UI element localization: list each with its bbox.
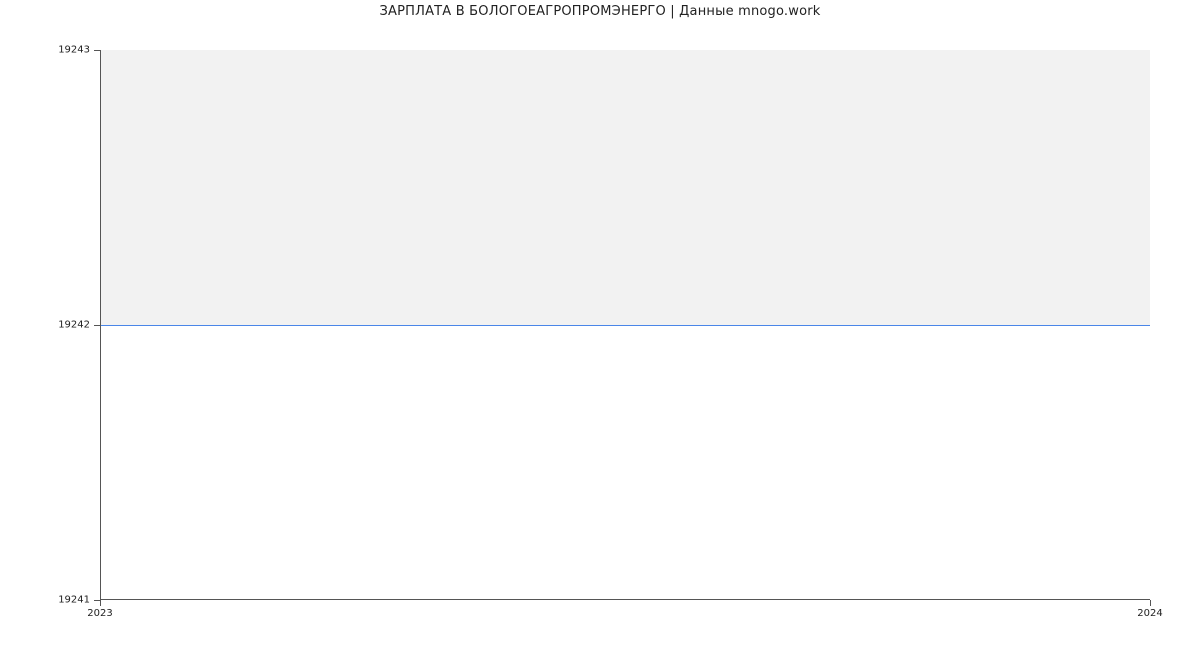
chart-container: ЗАРПЛАТА В БОЛОГОЕАГРОПРОМЭНЕРГО | Данны… xyxy=(0,0,1200,650)
series-fill xyxy=(101,50,1150,325)
y-tick xyxy=(94,325,100,326)
x-tick-label: 2023 xyxy=(87,608,112,619)
x-tick-label: 2024 xyxy=(1137,608,1162,619)
series-line xyxy=(101,325,1150,326)
x-tick xyxy=(1150,600,1151,606)
x-tick xyxy=(100,600,101,606)
y-tick-label: 19243 xyxy=(56,45,90,56)
chart-title: ЗАРПЛАТА В БОЛОГОЕАГРОПРОМЭНЕРГО | Данны… xyxy=(0,4,1200,19)
plot-area xyxy=(100,50,1150,600)
y-tick-label: 19241 xyxy=(56,595,90,606)
y-tick xyxy=(94,50,100,51)
y-tick-label: 19242 xyxy=(56,320,90,331)
